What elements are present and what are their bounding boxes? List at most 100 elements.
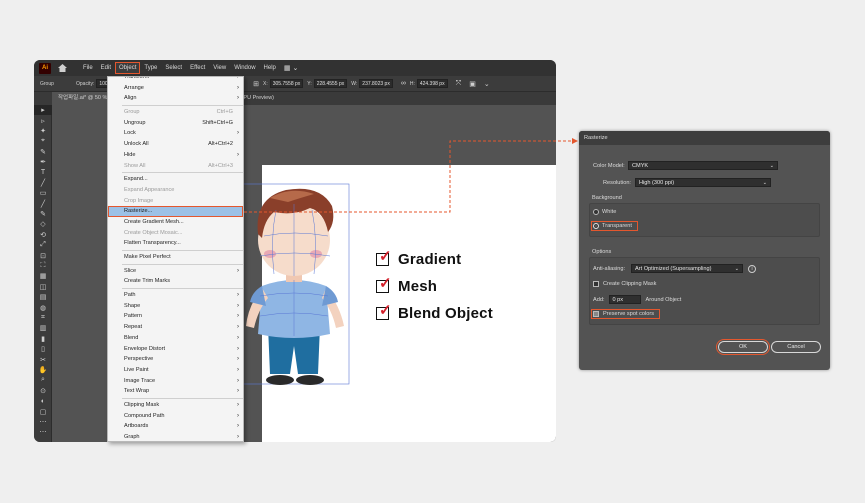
direct-selection-tool-icon[interactable]: ▹ [34, 115, 52, 125]
menu-item-transform[interactable]: Transform › [108, 77, 243, 83]
info-icon[interactable]: i [748, 264, 756, 273]
radio-white[interactable] [593, 209, 599, 215]
menu-item-text-wrap[interactable]: Text Wrap › [108, 386, 243, 397]
menu-object[interactable]: Object [115, 62, 141, 74]
menu-item-clipping-mask[interactable]: Clipping Mask › [108, 400, 243, 411]
ok-button[interactable]: OK [716, 339, 770, 355]
eyedropper-tool-icon[interactable]: ⌗ [34, 313, 52, 323]
menu-item-group[interactable]: Group Ctrl+G [108, 107, 243, 118]
graph-tool-icon[interactable]: ▯ [34, 344, 52, 354]
menu-select[interactable]: Select [161, 62, 186, 74]
free-transform-tool-icon[interactable]: ⛶ [34, 261, 52, 271]
spot-colors-checkbox[interactable] [593, 311, 599, 317]
zoom-tool-icon[interactable]: ⊙ [34, 386, 52, 396]
y-field[interactable]: 228.4555 px [313, 79, 348, 88]
workspace-grid-icon[interactable]: ▦ ⌄ [284, 64, 298, 72]
anti-alias-select[interactable]: Art Optimized (Supersampling) ⌄ [631, 264, 743, 273]
menu-item-create-trim-marks[interactable]: Create Trim Marks [108, 276, 243, 287]
menu-item-perspective[interactable]: Perspective › [108, 354, 243, 365]
menu-item-align[interactable]: Align › [108, 93, 243, 104]
width-tool-icon[interactable]: ⊡ [34, 250, 52, 260]
menu-item-shape[interactable]: Shape › [108, 301, 243, 312]
type-tool-icon[interactable]: T [34, 167, 52, 177]
reference-point-icon[interactable]: ⊞ [253, 80, 259, 88]
menu-item-expand-appearance[interactable]: Expand Appearance [108, 185, 243, 196]
perspective-tool-icon[interactable]: ◫ [34, 282, 52, 292]
menu-item-rasterize[interactable]: Rasterize... [108, 206, 243, 217]
screen-mode-tool-icon[interactable]: ⋯ [34, 417, 52, 427]
artboard-tool-icon[interactable]: ✂ [34, 354, 52, 364]
menu-item-envelope-distort[interactable]: Envelope Distort › [108, 344, 243, 355]
menu-item-repeat[interactable]: Repeat › [108, 322, 243, 333]
menu-item-compound-path[interactable]: Compound Path › [108, 411, 243, 422]
link-icon[interactable]: ∞ [401, 80, 406, 87]
menu-item-arrange[interactable]: Arrange › [108, 83, 243, 94]
menu-item-artboards[interactable]: Artboards › [108, 421, 243, 432]
menu-item-crop-image[interactable]: Crop Image [108, 196, 243, 207]
paintbrush-tool-icon[interactable]: ╱ [34, 199, 52, 209]
menu-item-unlock-all[interactable]: Unlock All Alt+Ctrl+2 [108, 139, 243, 150]
mesh-tool-icon[interactable]: ▤ [34, 292, 52, 302]
home-icon[interactable] [57, 63, 67, 73]
document-tab[interactable]: 작업파일.ai* @ 50 % [52, 92, 114, 105]
menu-edit[interactable]: Edit [97, 62, 115, 74]
menu-file[interactable]: File [79, 62, 97, 74]
x-field[interactable]: 305.7558 px [269, 79, 304, 88]
menu-item-lock[interactable]: Lock › [108, 128, 243, 139]
gradient-tool-icon[interactable]: ◍ [34, 302, 52, 312]
more-tools-tool-icon[interactable]: ⋯ [34, 427, 52, 437]
curvature-tool-icon[interactable]: ✒ [34, 157, 52, 167]
w-field[interactable]: 237.8023 px [359, 79, 393, 88]
add-field[interactable]: 0 px [608, 295, 641, 304]
draw-mode-tool-icon[interactable]: ▢ [34, 406, 52, 416]
lasso-tool-icon[interactable]: ⌖ [34, 136, 52, 146]
menu-item-live-paint[interactable]: Live Paint › [108, 365, 243, 376]
blend-tool-icon[interactable]: ▥ [34, 323, 52, 333]
menu-item-create-gradient-mesh[interactable]: Create Gradient Mesh... [108, 217, 243, 228]
line-tool-icon[interactable]: ╱ [34, 178, 52, 188]
clipping-mask-checkbox[interactable] [593, 281, 599, 287]
scale-tool-icon[interactable]: ⤢ [34, 240, 52, 250]
menu-item-expand[interactable]: Expand... [108, 174, 243, 185]
menu-type[interactable]: Type [140, 62, 161, 74]
menu-item-pattern[interactable]: Pattern › [108, 311, 243, 322]
menu-item-flatten-transparency[interactable]: Flatten Transparency... [108, 238, 243, 249]
menu-view[interactable]: View [209, 62, 230, 74]
menu-item-blend[interactable]: Blend › [108, 333, 243, 344]
menu-window[interactable]: Window [230, 62, 259, 74]
menu-effect[interactable]: Effect [186, 62, 209, 74]
color-model-select[interactable]: CMYK ⌄ [628, 161, 778, 170]
selection-tool-icon[interactable]: ▸ [34, 105, 52, 116]
slice-tool-icon[interactable]: ✋ [34, 365, 52, 375]
eraser-tool-icon[interactable]: ◇ [34, 219, 52, 229]
menu-item-graph[interactable]: Graph › [108, 432, 243, 441]
menu-help[interactable]: Help [260, 62, 280, 74]
transform-icon[interactable]: ⤧ [456, 80, 462, 88]
more-options-icon[interactable]: ⌄ [484, 80, 490, 88]
bg-white-option[interactable]: White [593, 209, 616, 215]
menu-item-slice[interactable]: Slice › [108, 266, 243, 277]
clipping-mask-option[interactable]: Create Clipping Mask [593, 281, 656, 287]
radio-transparent[interactable] [593, 223, 599, 229]
rectangle-tool-icon[interactable]: ▭ [34, 188, 52, 198]
menu-item-create-object-mosaic[interactable]: Create Object Mosaic... [108, 228, 243, 239]
fill-stroke-tool-icon[interactable]: ◐ [34, 396, 52, 406]
character-illustration[interactable] [240, 176, 355, 391]
hand-tool-icon[interactable]: ⌕ [34, 375, 52, 385]
menu-item-hide[interactable]: Hide › [108, 150, 243, 161]
cancel-button[interactable]: Cancel [771, 341, 821, 353]
menu-item-make-pixel-perfect[interactable]: Make Pixel Perfect [108, 252, 243, 263]
bg-transparent-option[interactable]: Transparent [591, 221, 638, 231]
rotate-tool-icon[interactable]: ⟲ [34, 230, 52, 240]
menu-item-image-trace[interactable]: Image Trace › [108, 376, 243, 387]
pen-tool-icon[interactable]: ✎ [34, 147, 52, 157]
magic-wand-tool-icon[interactable]: ✦ [34, 126, 52, 136]
pencil-tool-icon[interactable]: ✎ [34, 209, 52, 219]
menu-item-show-all[interactable]: Show All Alt+Ctrl+3 [108, 161, 243, 172]
menu-item-ungroup[interactable]: Ungroup Shift+Ctrl+G [108, 118, 243, 129]
symbol-tool-icon[interactable]: ▮ [34, 334, 52, 344]
shape-builder-tool-icon[interactable]: ▦ [34, 271, 52, 281]
isolate-icon[interactable]: ▣ [469, 80, 476, 88]
resolution-select[interactable]: High (300 ppi) ⌄ [635, 178, 771, 187]
h-field[interactable]: 424.398 px [416, 79, 448, 88]
